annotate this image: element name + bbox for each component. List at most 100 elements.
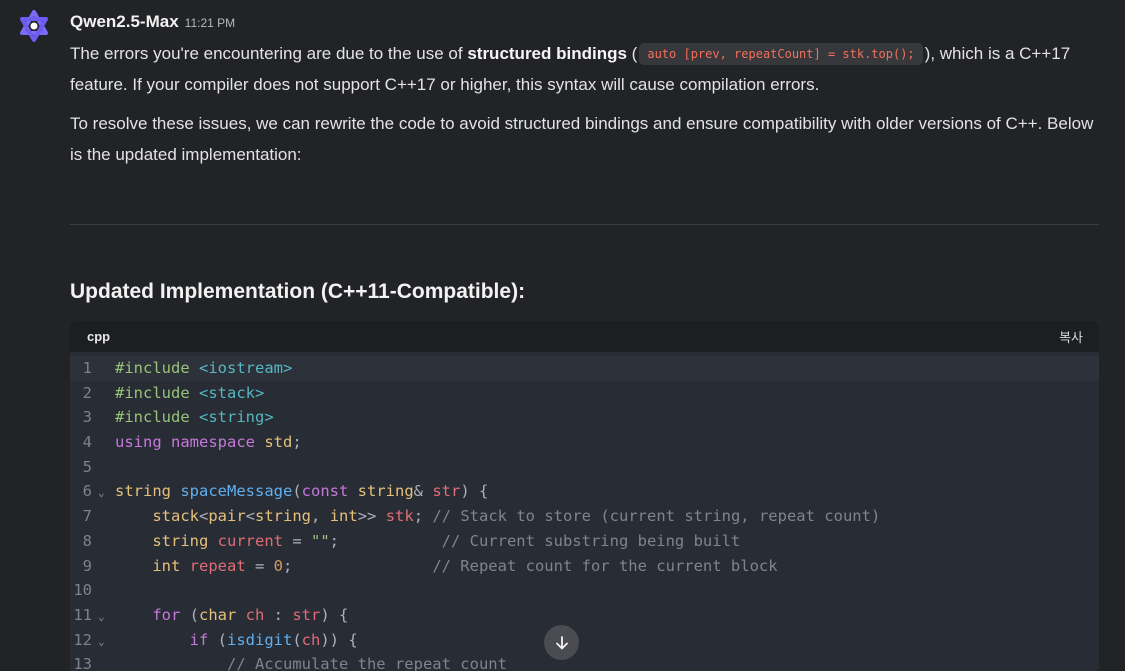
code-token: string xyxy=(152,531,218,550)
code-token: #include xyxy=(115,383,199,402)
copy-button[interactable]: 복사 xyxy=(1059,327,1083,346)
line-number: 10 xyxy=(73,581,92,600)
code-text: int repeat = 0; // Repeat count for the … xyxy=(115,554,778,579)
code-line: 10 xyxy=(70,578,1099,603)
code-line: 11 ⌄ for (char ch : str) { xyxy=(70,603,1099,628)
code-token: ; xyxy=(413,507,433,526)
line-number: 2 xyxy=(82,383,92,402)
code-token: string xyxy=(255,507,312,526)
code-line: 13 // Accumulate the repeat count xyxy=(70,652,1099,671)
code-token: str xyxy=(432,482,461,501)
code-token: // Current substring being built xyxy=(441,531,741,550)
code-token: ) { xyxy=(460,482,489,501)
code-token: ; xyxy=(329,531,442,550)
fold-chevron-icon[interactable]: ⌄ xyxy=(98,605,105,630)
code-token: // Stack to store (current string, repea… xyxy=(432,507,881,526)
code-token: )) { xyxy=(320,630,358,649)
divider xyxy=(70,224,1099,225)
code-block-header: cpp 복사 xyxy=(70,321,1099,352)
code-text: #include <stack> xyxy=(115,381,264,406)
code-token: std xyxy=(264,433,293,452)
code-line: 12 ⌄ if (isdigit(ch)) { xyxy=(70,628,1099,653)
code-token: >> xyxy=(357,507,386,526)
code-token: // Accumulate the repeat count xyxy=(226,655,507,671)
code-lines: 1 #include <iostream> 2 #include <stack> 3 #i… xyxy=(70,352,1099,671)
code-token: <iostream> xyxy=(199,359,293,377)
code-token: int xyxy=(152,556,190,575)
code-token: #include xyxy=(115,408,199,427)
code-token: ( xyxy=(189,605,199,624)
code-token: int xyxy=(329,507,358,526)
code-token: ) { xyxy=(320,605,349,624)
response-paragraph-2: To resolve these issues, we can rewrite … xyxy=(70,114,1094,164)
line-number: 9 xyxy=(82,556,92,575)
code-token: stack xyxy=(152,507,199,526)
code-token: using namespace xyxy=(115,433,265,452)
model-name: Qwen2.5-Max xyxy=(70,12,179,31)
paragraph-text: The errors you're encountering are due t… xyxy=(70,44,468,63)
code-line: 7 stack<pair<string, int>> stk; // Stack… xyxy=(70,504,1099,529)
code-token: < xyxy=(245,507,256,526)
line-number: 1 xyxy=(82,359,92,377)
code-line: 3 #include <string> xyxy=(70,405,1099,430)
code-token: isdigit xyxy=(227,630,293,649)
code-text: for (char ch : str) { xyxy=(115,603,348,628)
code-token: 0 xyxy=(273,556,283,575)
code-text: string current = ""; // Current substrin… xyxy=(115,529,740,554)
code-token: // Repeat count for the current block xyxy=(432,556,778,575)
code-token: for xyxy=(152,605,190,624)
code-line: 4 using namespace std; xyxy=(70,430,1099,455)
code-text: using namespace std; xyxy=(115,430,302,455)
code-token: string xyxy=(357,482,414,501)
code-token: , xyxy=(311,507,330,526)
fold-chevron-icon[interactable]: ⌄ xyxy=(98,630,105,655)
code-token: ch xyxy=(245,605,265,624)
code-line: 9 int repeat = 0; // Repeat count for th… xyxy=(70,554,1099,579)
message-timestamp: 11:21 PM xyxy=(184,16,236,30)
code-token: pair xyxy=(208,507,246,526)
code-text: #include <string> xyxy=(115,405,274,430)
line-number: 12 xyxy=(73,630,92,649)
code-text: // Accumulate the repeat count xyxy=(115,652,507,671)
scroll-to-bottom-button[interactable] xyxy=(544,625,579,660)
line-number: 13 xyxy=(73,655,92,671)
line-number: 6 xyxy=(82,482,92,501)
fold-chevron-icon[interactable]: ⌄ xyxy=(98,481,105,506)
bold-term: structured bindings xyxy=(467,44,627,63)
qwen-logo-icon xyxy=(20,10,48,42)
code-token: ( xyxy=(292,482,302,501)
line-number: 4 xyxy=(82,433,92,452)
message-header: Qwen2.5-Max 11:21 PM xyxy=(70,12,235,36)
code-token: ( xyxy=(217,630,227,649)
code-line: 1 #include <iostream> xyxy=(70,356,1099,381)
code-token: str xyxy=(292,605,321,624)
chat-page: Qwen2.5-Max 11:21 PM The errors you're e… xyxy=(0,0,1125,671)
code-token: spaceMessage xyxy=(180,482,293,501)
code-token: <stack> xyxy=(199,383,265,402)
code-token: ( xyxy=(292,630,302,649)
code-token: "" xyxy=(310,531,330,550)
code-text: stack<pair<string, int>> stk; // Stack t… xyxy=(115,504,880,529)
code-token: : xyxy=(264,605,293,624)
line-number: 8 xyxy=(82,531,92,550)
code-token: repeat xyxy=(189,556,246,575)
arrow-down-icon xyxy=(555,635,568,649)
code-token: char xyxy=(199,605,246,624)
code-token: if xyxy=(189,630,218,649)
code-line: 6 ⌄ string spaceMessage(const string& str)… xyxy=(70,479,1099,504)
code-language-label: cpp xyxy=(87,329,111,344)
code-token: #include xyxy=(115,359,199,377)
code-token: < xyxy=(199,507,209,526)
code-token: const xyxy=(301,482,358,501)
line-number: 11 xyxy=(73,605,92,624)
line-number: 7 xyxy=(82,507,92,526)
code-token: = xyxy=(282,531,311,550)
line-number: 5 xyxy=(82,457,92,476)
code-token: & xyxy=(413,482,433,501)
code-line: 5 xyxy=(70,455,1099,480)
